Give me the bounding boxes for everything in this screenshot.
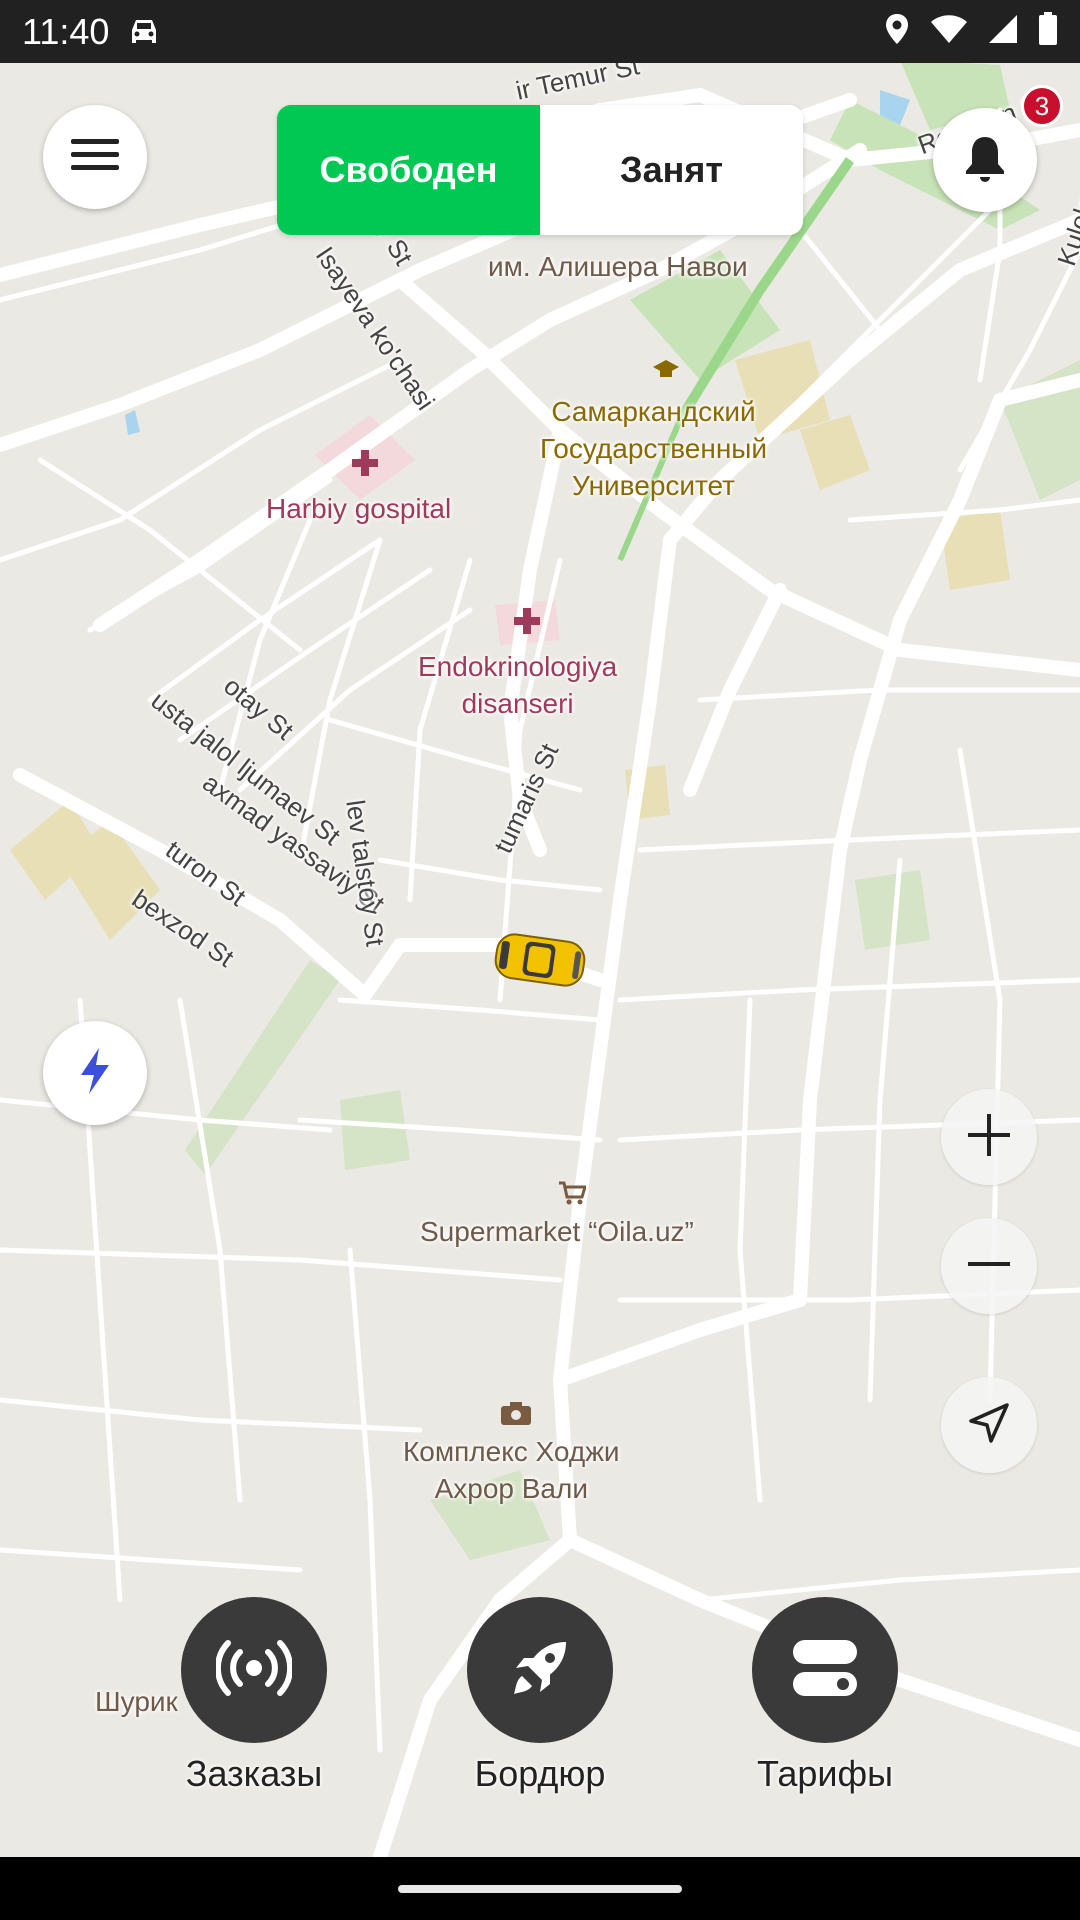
lightning-icon xyxy=(77,1047,113,1100)
status-time: 11:40 xyxy=(22,10,110,52)
zoom-out-icon xyxy=(966,1241,1012,1292)
orders-button[interactable] xyxy=(181,1597,327,1743)
quick-action-button[interactable] xyxy=(43,1021,147,1125)
poi-label-supermarket: Supermarket “Oila.uz” xyxy=(420,1216,694,1247)
orders-action[interactable]: Зазказы xyxy=(154,1597,354,1795)
tariffs-button[interactable] xyxy=(752,1597,898,1743)
car-icon xyxy=(127,17,161,47)
status-bar: 11:40 xyxy=(0,0,1080,63)
poi-label-navoi: им. Алишера Навои xyxy=(488,251,748,282)
home-handle[interactable] xyxy=(398,1885,682,1893)
broadcast-icon xyxy=(214,1639,294,1701)
poi-label-hospital: Harbiy gospital xyxy=(266,493,452,524)
notification-count-badge: 3 xyxy=(1021,85,1063,127)
map-view[interactable]: ir Temur St Registan St Kulolon St y St … xyxy=(0,63,1080,1857)
zoom-in-icon xyxy=(966,1112,1012,1163)
status-busy-button[interactable]: Занят xyxy=(540,105,803,235)
orders-label: Зазказы xyxy=(185,1753,323,1794)
navigate-icon xyxy=(967,1401,1011,1450)
navigation-bar xyxy=(0,1857,1080,1920)
border-label: Бордюр xyxy=(474,1753,606,1794)
driver-status-toggle[interactable]: Свободен Занят xyxy=(277,105,803,235)
map-areas xyxy=(10,63,1080,1560)
tariffs-label: Тарифы xyxy=(756,1753,894,1794)
map-canvas[interactable] xyxy=(0,63,1080,1857)
bell-icon xyxy=(963,133,1007,188)
location-icon xyxy=(884,13,910,50)
zoom-in-button[interactable] xyxy=(941,1089,1037,1185)
notifications-button[interactable] xyxy=(933,108,1037,212)
poi-label-university: Самаркандский Государственный Университе… xyxy=(540,396,768,501)
poi-label-complex: Комплекс Ходжи Ахрор Вали xyxy=(403,1436,620,1504)
battery-icon xyxy=(1038,12,1058,51)
my-location-button[interactable] xyxy=(941,1377,1037,1473)
status-free-button[interactable]: Свободен xyxy=(277,105,540,235)
taxi-car-icon xyxy=(494,933,586,987)
tariffs-action[interactable]: Тарифы xyxy=(725,1597,925,1795)
signal-icon xyxy=(988,14,1018,49)
wifi-icon xyxy=(930,14,968,49)
toggle-icon xyxy=(791,1638,859,1703)
zoom-out-button[interactable] xyxy=(941,1218,1037,1314)
border-button[interactable] xyxy=(467,1597,613,1743)
rocket-icon xyxy=(508,1636,572,1705)
menu-icon xyxy=(71,137,119,178)
menu-button[interactable] xyxy=(43,105,147,209)
poi-label-endocrinology: Endokrinologiya disanseri xyxy=(418,651,618,719)
border-action[interactable]: Бордюр xyxy=(440,1597,640,1795)
